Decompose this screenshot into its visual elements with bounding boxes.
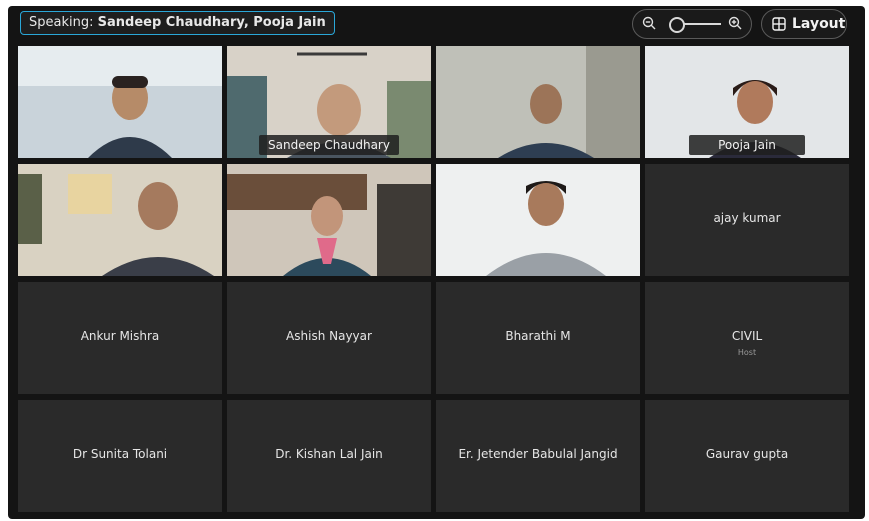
participant-role: Host xyxy=(737,348,757,357)
participant-name: Ankur Mishra xyxy=(80,329,160,343)
participant-tile[interactable]: ajay kumar xyxy=(645,164,849,276)
participant-name: Ashish Nayyar xyxy=(286,329,372,343)
participant-name: Sandeep Chaudhary xyxy=(259,135,399,155)
layout-button[interactable]: Layout xyxy=(761,9,847,39)
participant-name: Er. Jetender Babulal Jangid xyxy=(458,447,618,461)
participant-name: CIVIL xyxy=(731,329,763,343)
participant-tile[interactable]: Er. Jetender Babulal Jangid xyxy=(436,400,640,512)
participant-tile[interactable] xyxy=(436,46,640,158)
participant-name: Gaurav gupta xyxy=(705,447,789,461)
participant-tile[interactable]: CIVIL Host xyxy=(645,282,849,394)
participant-video xyxy=(18,46,222,158)
layout-button-label: Layout xyxy=(792,16,846,32)
participant-tile[interactable]: Dr. Kishan Lal Jain xyxy=(227,400,431,512)
participant-tile[interactable] xyxy=(436,164,640,276)
participant-video xyxy=(227,164,431,276)
participant-name: Pooja Jain xyxy=(689,135,805,155)
participant-tile[interactable]: Ankur Mishra xyxy=(18,282,222,394)
speaking-names: Sandeep Chaudhary, Pooja Jain xyxy=(97,15,326,30)
participant-name: ajay kumar xyxy=(713,211,781,225)
meeting-window: Speaking: Sandeep Chaudhary, Pooja Jain xyxy=(8,6,865,519)
participant-tile[interactable]: Dr Sunita Tolani xyxy=(18,400,222,512)
zoom-control[interactable] xyxy=(632,9,752,39)
participant-tile[interactable]: Gaurav gupta xyxy=(645,400,849,512)
participant-tile[interactable]: Pooja Jain xyxy=(645,46,849,158)
participant-tile[interactable] xyxy=(18,46,222,158)
speaking-label: Speaking: xyxy=(29,15,94,30)
participant-name: Bharathi M xyxy=(505,329,571,343)
zoom-out-icon[interactable] xyxy=(642,16,656,30)
participant-tile[interactable] xyxy=(18,164,222,276)
participant-tile[interactable]: Sandeep Chaudhary xyxy=(227,46,431,158)
participant-video xyxy=(18,164,222,276)
active-speaker-indicator: Speaking: Sandeep Chaudhary, Pooja Jain xyxy=(20,11,335,35)
participant-tile[interactable] xyxy=(227,164,431,276)
zoom-slider-handle[interactable] xyxy=(668,17,685,33)
layout-grid-icon xyxy=(772,17,786,31)
participant-tile[interactable]: Ashish Nayyar xyxy=(227,282,431,394)
participant-name: Dr. Kishan Lal Jain xyxy=(275,447,383,461)
participant-tile[interactable]: Bharathi M xyxy=(436,282,640,394)
top-bar: Speaking: Sandeep Chaudhary, Pooja Jain xyxy=(8,6,865,44)
participant-video xyxy=(436,46,640,158)
participant-name: Dr Sunita Tolani xyxy=(72,447,168,461)
zoom-in-icon[interactable] xyxy=(728,16,742,30)
participant-video xyxy=(436,164,640,276)
